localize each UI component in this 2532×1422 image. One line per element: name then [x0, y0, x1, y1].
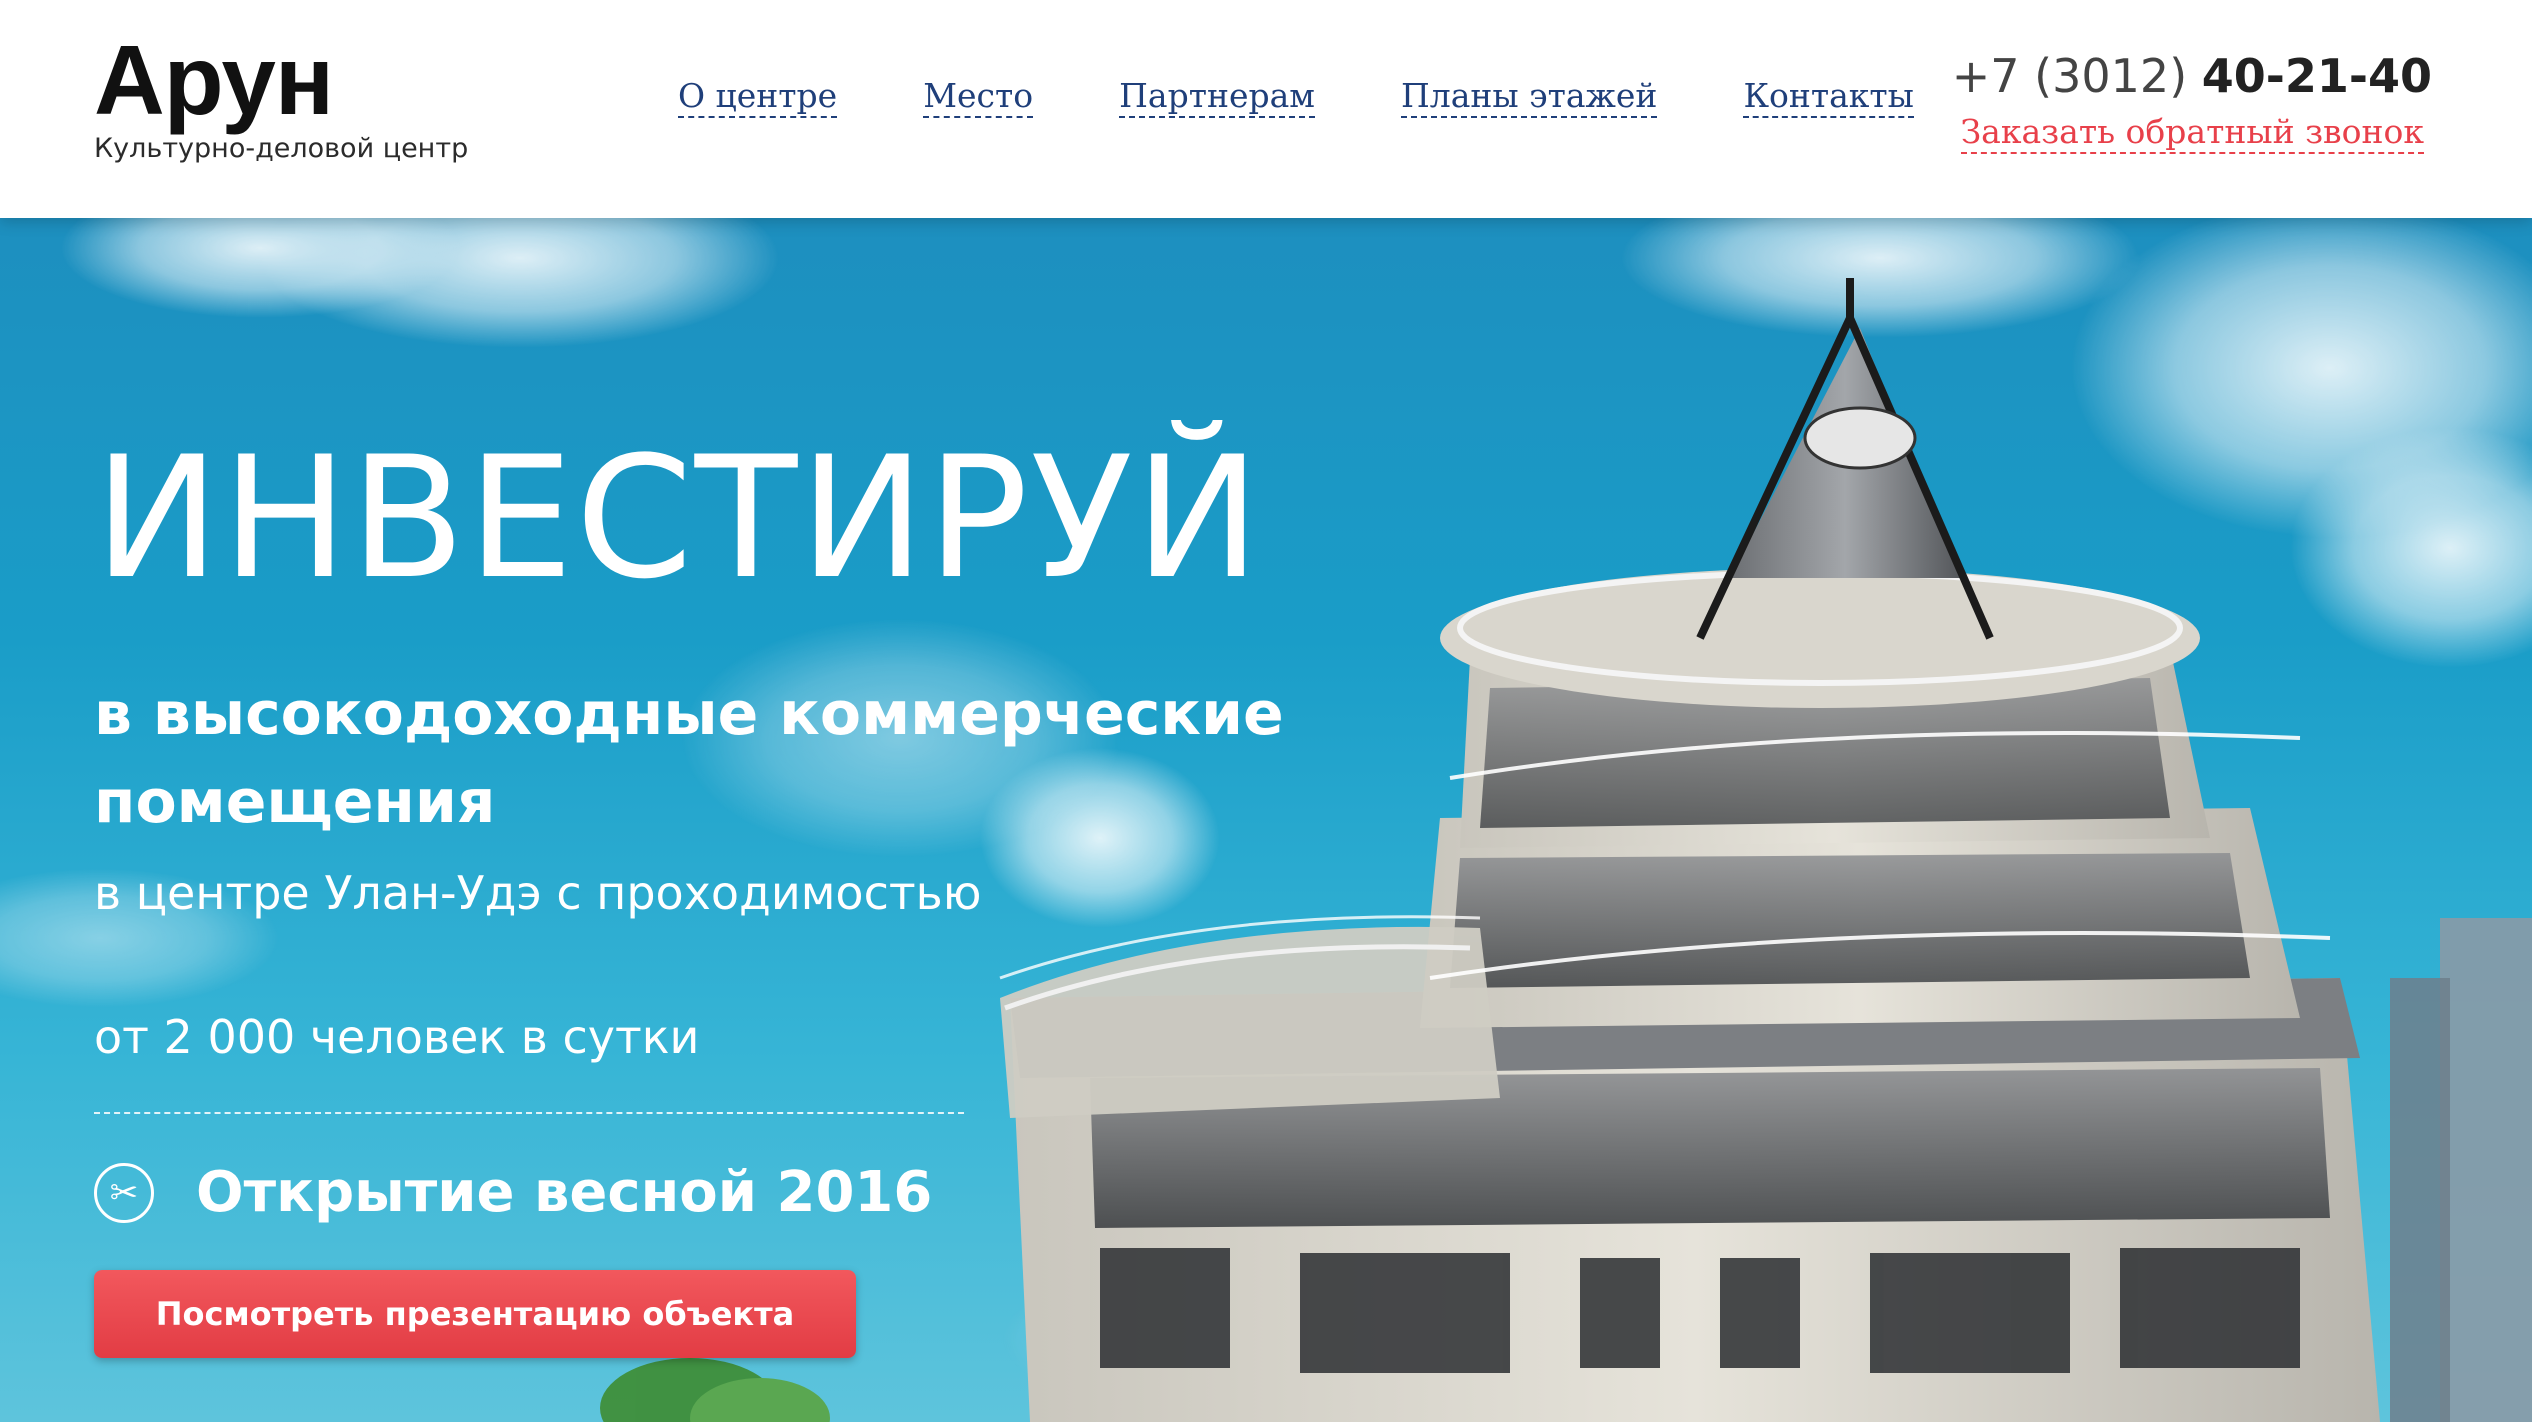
opening-text: Открытие весной 2016	[196, 1160, 933, 1225]
logo[interactable]: Арун Культурно-деловой центр	[94, 30, 468, 166]
scissors-icon: ✂	[94, 1163, 154, 1223]
nav-item-floor-plans[interactable]: Планы этажей	[1400, 76, 1658, 118]
contact-block: +7 (3012) 40-21-40 Заказать обратный зво…	[1952, 46, 2432, 154]
opening-info: ✂ Открытие весной 2016	[94, 1160, 932, 1226]
phone-number[interactable]: +7 (3012) 40-21-40	[1952, 46, 2432, 106]
main-nav: О центре Место Партнерам Планы этажей Ко…	[678, 76, 1914, 118]
logo-title: Арун	[94, 25, 334, 135]
nav-item-location[interactable]: Место	[923, 76, 1034, 118]
hero-traffic-line: от 2 000 человек в сутки	[94, 1010, 700, 1064]
trees	[600, 1358, 830, 1422]
logo-subtitle: Культурно-деловой центр	[94, 133, 469, 164]
hero-divider	[94, 1112, 964, 1114]
phone-main: 40-21-40	[2201, 49, 2432, 103]
phone-prefix: +7 (3012)	[1951, 49, 2202, 103]
nav-item-partners[interactable]: Партнерам	[1119, 76, 1315, 118]
view-presentation-button[interactable]: Посмотреть презентацию объекта	[94, 1270, 856, 1358]
hero-headline: ИНВЕСТИРУЙ	[94, 420, 1263, 616]
site-header: Арун Культурно-деловой центр О центре Ме…	[0, 0, 2532, 218]
callback-link[interactable]: Заказать обратный звонок	[1960, 112, 2424, 154]
hero-location-line: в центре Улан-Удэ с проходимостью	[94, 866, 982, 920]
nav-item-about[interactable]: О центре	[678, 76, 838, 118]
nav-item-contacts[interactable]: Контакты	[1743, 76, 1914, 118]
hero-subheading: в высокодоходные коммерческие помещения	[94, 679, 1284, 837]
